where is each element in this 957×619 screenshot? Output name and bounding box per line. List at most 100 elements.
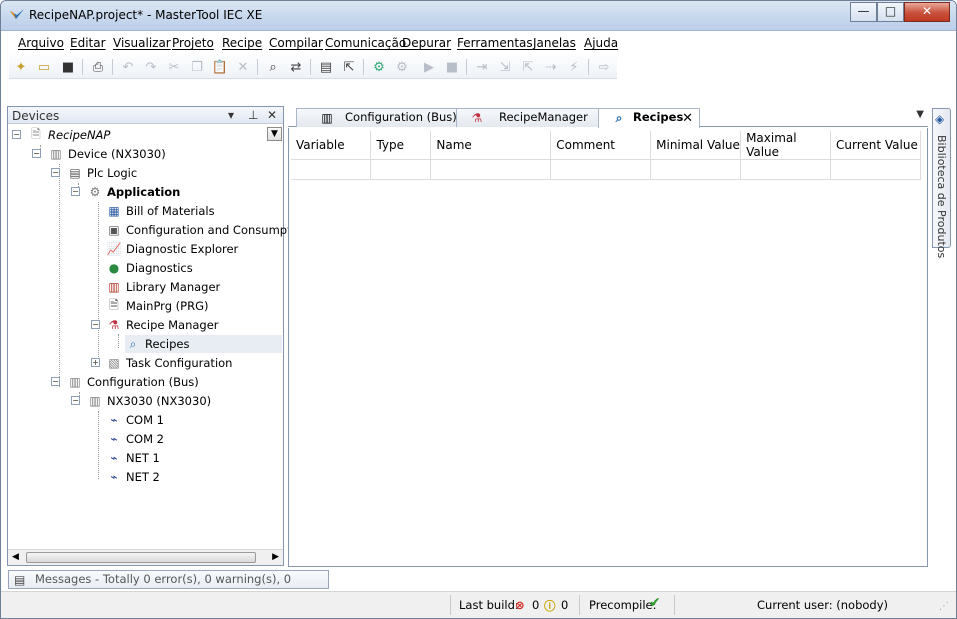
replace-icon[interactable]: ⇄ [287, 58, 305, 76]
tree-item-diagnostic-explorer[interactable]: 📈 Diagnostic Explorer [106, 240, 239, 258]
devices-panel-title: Devices [12, 109, 60, 123]
scroll-left-icon[interactable]: ◀ [12, 552, 19, 562]
export-icon[interactable]: ⇱ [340, 58, 358, 76]
checkmark-icon[interactable]: ✔ [649, 595, 661, 611]
tab-close-icon[interactable]: ✕ [682, 110, 693, 127]
stop-icon[interactable]: ■ [443, 58, 461, 76]
recipe-manager-icon: ⚗ [471, 110, 483, 125]
copy-icon[interactable]: ❐ [188, 58, 206, 76]
close-button[interactable]: ✕ [904, 2, 950, 22]
cut-icon[interactable]: ✂ [165, 58, 183, 76]
tree-item-configuration-bus[interactable]: − ▥ Configuration (Bus) [51, 373, 199, 391]
tree-item-recipenap[interactable]: − 🗎 RecipeNAP [12, 126, 110, 144]
tree-item-mainprg[interactable]: 🗎 MainPrg (PRG) [106, 297, 208, 315]
tree-item-recipe-manager[interactable]: − ⚗ Recipe Manager [91, 316, 219, 334]
tab-recipemanager[interactable]: ⚗ RecipeManager [456, 108, 606, 127]
last-build-label: Last build: [459, 598, 519, 612]
port-icon: ⌁ [110, 470, 118, 484]
step-over-icon[interactable]: ⇥ [473, 58, 491, 76]
menu-editar[interactable]: Editar [70, 36, 106, 50]
tree-item-recipes[interactable]: ⌕ Recipes [125, 335, 282, 353]
bookmark-icon[interactable]: ▤ [317, 58, 335, 76]
recipe-editor: Variable Type Name Comment Minimal Value… [288, 128, 928, 567]
redo-icon[interactable]: ↷ [142, 58, 160, 76]
breakpoint-icon[interactable]: ⇢ [542, 58, 560, 76]
tree-dropdown-button[interactable]: ▼ [267, 127, 282, 141]
books-icon: ▥ [108, 280, 120, 294]
undo-icon[interactable]: ↶ [119, 58, 137, 76]
product-library-label: Biblioteca de Produtos [935, 135, 948, 259]
menu-comunicacao[interactable]: Comunicação [325, 36, 406, 50]
step-out-icon[interactable]: ⇱ [519, 58, 537, 76]
menu-depurar[interactable]: Depurar [402, 36, 451, 50]
horizontal-scrollbar[interactable]: ◀ ▶ [8, 549, 283, 565]
panel-dropdown-icon[interactable]: ▾ [228, 108, 234, 122]
scroll-right-icon[interactable]: ▶ [272, 552, 279, 562]
column-current-value[interactable]: Current Value [830, 131, 921, 160]
error-icon: ⊗ [515, 598, 525, 612]
library-icon: ◈ [935, 112, 945, 126]
port-icon: ⌁ [110, 432, 118, 446]
task-config-icon: ▧ [108, 356, 120, 370]
column-maximal-value[interactable]: Maximal Value [740, 131, 831, 160]
step-into-icon[interactable]: ⇲ [496, 58, 514, 76]
tree-item-library-manager[interactable]: ▥ Library Manager [106, 278, 220, 296]
logout-icon[interactable]: ⚙ [393, 58, 411, 76]
force-values-icon[interactable]: ⚡ [565, 58, 583, 76]
tree-item-device[interactable]: − ▥ Device (NX3030) [32, 145, 166, 163]
menu-bar: Arquivo Editar Visualizar Projeto Recipe… [1, 32, 956, 54]
menu-arquivo[interactable]: Arquivo [18, 36, 64, 50]
menu-ajuda[interactable]: Ajuda [584, 36, 618, 50]
paste-icon[interactable]: 📋 [211, 58, 229, 76]
device-icon: ▥ [50, 147, 62, 161]
tab-recipes[interactable]: ⌕ Recipes ✕ [598, 108, 700, 128]
resize-grip-icon[interactable]: ⋰ [939, 601, 949, 612]
table-row[interactable] [291, 159, 921, 180]
menu-ferramentas[interactable]: Ferramentas [457, 36, 533, 50]
column-name[interactable]: Name [430, 131, 552, 160]
warning-count: 0 [561, 598, 569, 612]
tree-item-net1[interactable]: ⌁ NET 1 [106, 449, 160, 467]
open-folder-icon[interactable]: ▭ [35, 58, 53, 76]
tree-item-task-configuration[interactable]: + ▧ Task Configuration [91, 354, 232, 372]
tab-list-dropdown-icon[interactable]: ▼ [916, 109, 924, 120]
calculator-icon: ▣ [108, 223, 120, 237]
column-type[interactable]: Type [370, 131, 432, 160]
tree-item-com2[interactable]: ⌁ COM 2 [106, 430, 164, 448]
column-variable[interactable]: Variable [291, 131, 372, 160]
tab-configuration-bus[interactable]: ▥ Configuration (Bus) [296, 108, 464, 127]
find-icon[interactable]: ⌕ [264, 58, 282, 76]
bus-icon: ▥ [321, 110, 333, 125]
tree-item-configuration-consumption[interactable]: ▣ Configuration and Consumption [106, 221, 309, 239]
new-project-icon[interactable]: ✦ [12, 58, 30, 76]
project-icon: 🗎 [31, 126, 41, 141]
tree-item-com1[interactable]: ⌁ COM 1 [106, 411, 164, 429]
menu-compilar[interactable]: Compilar [269, 36, 323, 50]
tree-item-plc-logic[interactable]: − ▤ Plc Logic [51, 164, 137, 182]
menu-visualizar[interactable]: Visualizar [113, 36, 171, 50]
minimize-button[interactable]: — [850, 2, 877, 22]
column-minimal-value[interactable]: Minimal Value [650, 131, 742, 160]
tree-item-bill-of-materials[interactable]: ▦ Bill of Materials [106, 202, 214, 220]
tree-item-application[interactable]: − ⚙ Application [71, 183, 180, 201]
tree-item-nx3030[interactable]: − ▥ NX3030 (NX3030) [71, 392, 211, 410]
forward-icon[interactable]: ⇨ [595, 58, 613, 76]
menu-recipe[interactable]: Recipe [222, 36, 262, 50]
tree-item-diagnostics[interactable]: ● Diagnostics [106, 259, 193, 277]
product-library-side-tab[interactable]: ◈ Biblioteca de Produtos [932, 108, 951, 258]
save-icon[interactable]: ■ [59, 58, 77, 76]
delete-icon[interactable]: ✕ [234, 58, 252, 76]
current-user: Current user: (nobody) [757, 598, 888, 612]
tree-item-net2[interactable]: ⌁ NET 2 [106, 468, 160, 486]
maximize-button[interactable]: □ [877, 2, 904, 22]
panel-close-icon[interactable]: ✕ [267, 108, 277, 122]
scrollbar-thumb[interactable] [26, 552, 256, 563]
menu-janelas[interactable]: Janelas [533, 36, 576, 50]
messages-tab[interactable]: ▤ Messages - Totally 0 error(s), 0 warni… [8, 570, 329, 603]
run-icon[interactable]: ▶ [420, 58, 438, 76]
login-icon[interactable]: ⚙ [370, 58, 388, 76]
column-comment[interactable]: Comment [550, 131, 652, 160]
print-icon[interactable]: ⎙ [89, 58, 107, 76]
pin-icon[interactable]: ⊥ [248, 108, 258, 122]
menu-projeto[interactable]: Projeto [172, 36, 214, 50]
